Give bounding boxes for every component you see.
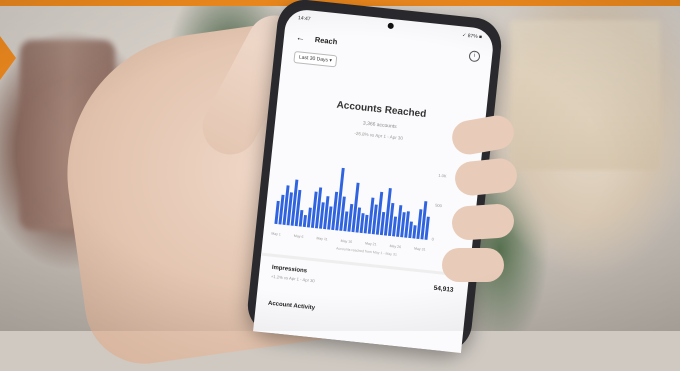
arrow-left-icon[interactable]: ← (296, 32, 306, 43)
finger (442, 248, 504, 282)
x-tick-label: May 6 (293, 233, 304, 239)
date-range-dropdown[interactable]: Last 30 Days ▾ (293, 50, 338, 68)
info-icon[interactable]: i (468, 49, 481, 62)
chart-bar (306, 207, 312, 228)
chart-bar (412, 225, 417, 239)
blurred-shelf (510, 20, 660, 170)
x-tick-label: May 21 (364, 241, 377, 247)
chart-bar (408, 221, 413, 239)
impressions-change: +1.2% vs Apr 1 - Apr 30 (270, 273, 316, 284)
chart-bar (302, 214, 307, 228)
chart-bar (392, 216, 398, 237)
chart-bar (363, 214, 369, 234)
y-tick-label: 1.0K (438, 173, 447, 179)
impressions-label: Impressions (271, 264, 308, 275)
chart-bar (298, 209, 304, 227)
y-tick-label: 500 (435, 203, 443, 209)
impressions-value: 54,913 (433, 284, 454, 294)
x-tick-label: May 11 (316, 236, 328, 242)
account-activity-label[interactable]: Account Activity (268, 301, 315, 312)
chart-bar (359, 213, 365, 234)
accent-corner-badge (0, 36, 16, 80)
status-icons: ✓ 87% ■ (461, 32, 483, 41)
accounts-reached-title: Accounts Reached (336, 99, 427, 121)
finger (450, 202, 516, 242)
x-tick-label: May 31 (413, 246, 426, 252)
x-tick-label: May 1 (271, 231, 282, 237)
x-tick-label: May 16 (340, 238, 353, 245)
chart-bar (343, 211, 349, 232)
y-tick-label: 0 (431, 236, 435, 241)
status-time: 14:47 (297, 15, 311, 23)
page-title: Reach (314, 34, 338, 46)
x-tick-label: May 26 (389, 243, 402, 250)
